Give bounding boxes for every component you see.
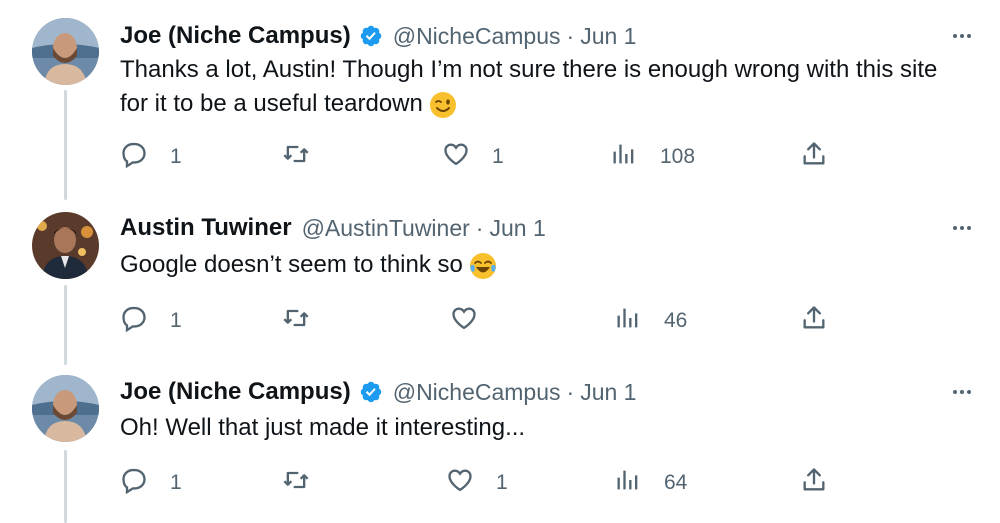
share-icon (800, 140, 828, 174)
tweet-actions: 1 46 (120, 301, 1000, 341)
author-handle[interactable]: @NicheCampus (393, 379, 561, 406)
views-count: 64 (664, 471, 688, 494)
avatar[interactable] (32, 212, 99, 279)
retweet-button[interactable] (282, 301, 332, 341)
verified-badge-icon[interactable] (359, 24, 383, 48)
tweet-text: Thanks a lot, Austin! Though I’m not sur… (120, 53, 970, 121)
tweet-actions: 1 1 64 (120, 463, 1000, 503)
author-name[interactable]: Joe (Niche Campus) (120, 22, 351, 50)
retweet-icon (282, 466, 310, 500)
reply-icon (120, 140, 148, 174)
tweet-date[interactable]: Jun 1 (580, 23, 636, 50)
like-count: 1 (496, 471, 508, 494)
more-options-icon[interactable] (948, 216, 976, 240)
more-options-icon[interactable] (948, 24, 976, 48)
more-options-icon[interactable] (948, 380, 976, 404)
tweet-actions: 1 1 108 (120, 137, 1000, 177)
tweet-date[interactable]: Jun 1 (489, 215, 545, 242)
heart-icon (442, 140, 470, 174)
tweet[interactable]: Joe (Niche Campus) @NicheCampus · Jun 1 … (0, 362, 1000, 523)
views-button[interactable]: 46 (614, 301, 687, 341)
analytics-icon (614, 466, 642, 500)
tweet-text-content: Thanks a lot, Austin! Though I’m not sur… (120, 56, 938, 117)
analytics-icon (614, 304, 642, 338)
tweet-header: Joe (Niche Campus) @NicheCampus · Jun 1 (120, 374, 636, 410)
retweet-icon (282, 140, 310, 174)
share-button[interactable] (800, 301, 828, 341)
tweet-text-content: Google doesn’t seem to think so (120, 251, 463, 278)
reply-count: 1 (170, 145, 182, 168)
reply-icon (120, 466, 148, 500)
reply-button[interactable]: 1 (120, 137, 182, 177)
tweet-date[interactable]: Jun 1 (580, 379, 636, 406)
author-handle[interactable]: @AustinTuwiner (302, 215, 470, 242)
author-name[interactable]: Austin Tuwiner (120, 214, 292, 242)
tweet-header: Austin Tuwiner @AustinTuwiner · Jun 1 (120, 210, 546, 246)
separator: · (566, 22, 575, 49)
reply-count: 1 (170, 309, 182, 332)
like-button[interactable] (450, 301, 500, 341)
reply-button[interactable]: 1 (120, 301, 182, 341)
reply-icon (120, 304, 148, 338)
author-name[interactable]: Joe (Niche Campus) (120, 378, 351, 406)
author-handle[interactable]: @NicheCampus (393, 23, 561, 50)
reply-count: 1 (170, 471, 182, 494)
share-button[interactable] (800, 463, 828, 503)
like-button[interactable]: 1 (446, 463, 508, 503)
tweet[interactable]: Austin Tuwiner @AustinTuwiner · Jun 1 Go… (0, 198, 1000, 363)
share-icon (800, 466, 828, 500)
reply-button[interactable]: 1 (120, 463, 182, 503)
tweet-text-content: Oh! Well that just made it interesting..… (120, 414, 526, 441)
share-button[interactable] (800, 137, 828, 177)
winking-face-emoji-icon (429, 91, 457, 119)
views-button[interactable]: 64 (614, 463, 687, 503)
heart-icon (450, 304, 478, 338)
tweet-header: Joe (Niche Campus) @NicheCampus · Jun 1 (120, 18, 636, 54)
tweet-text: Oh! Well that just made it interesting..… (120, 411, 970, 445)
like-button[interactable]: 1 (442, 137, 504, 177)
views-count: 108 (660, 145, 696, 168)
retweet-button[interactable] (282, 463, 332, 503)
like-count: 1 (492, 145, 504, 168)
avatar[interactable] (32, 18, 99, 85)
tears-of-joy-emoji-icon (469, 252, 497, 280)
tweet[interactable]: Joe (Niche Campus) @NicheCampus · Jun 1 … (0, 4, 1000, 194)
verified-badge-icon[interactable] (359, 380, 383, 404)
views-button[interactable]: 108 (610, 137, 695, 177)
avatar[interactable] (32, 375, 99, 442)
share-icon (800, 304, 828, 338)
heart-icon (446, 466, 474, 500)
retweet-button[interactable] (282, 137, 332, 177)
separator: · (566, 378, 575, 405)
separator: · (475, 214, 484, 241)
analytics-icon (610, 140, 638, 174)
tweet-text: Google doesn’t seem to think so (120, 248, 970, 282)
views-count: 46 (664, 309, 688, 332)
retweet-icon (282, 304, 310, 338)
